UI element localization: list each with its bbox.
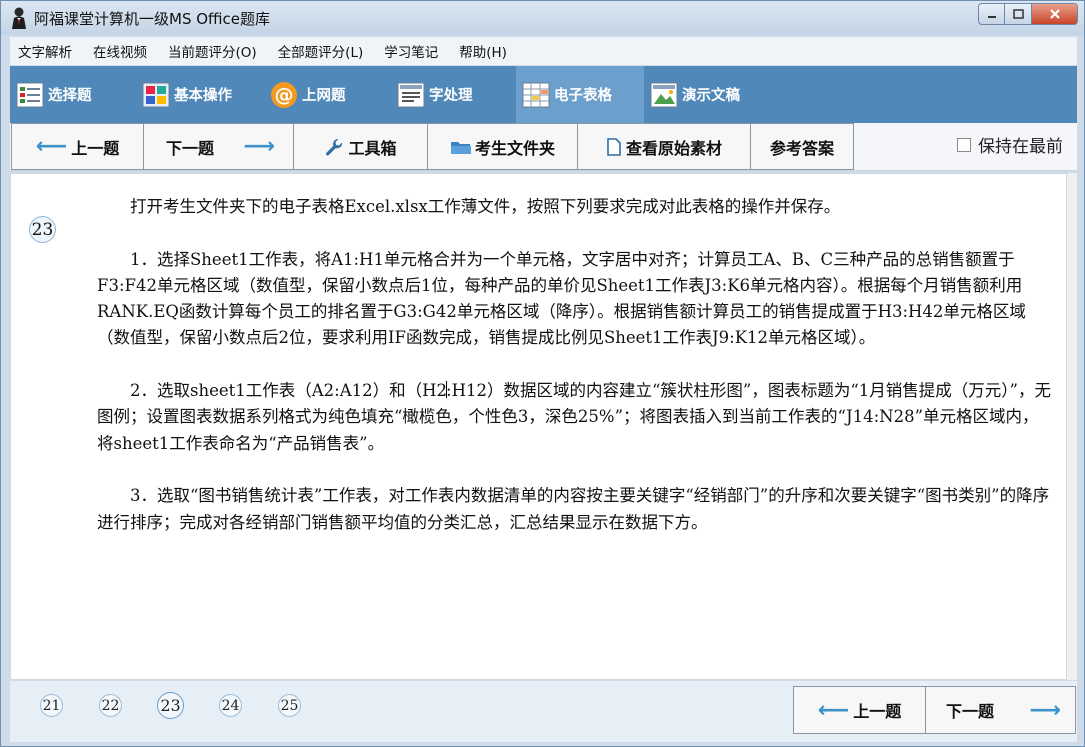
bottom-bar: 21 22 23 24 25 ⟵ 上一题 下一题 ⟶	[10, 681, 1077, 742]
maximize-button[interactable]	[1005, 3, 1032, 25]
menu-score-current[interactable]: 当前题评分(O)	[168, 41, 257, 61]
question-item-2-part-a: 2．选取sheet1工作表（A2:A12）和（H2	[130, 381, 448, 401]
button-label: 下一题	[946, 702, 995, 721]
question-item-3: 3．选取“图书销售统计表”工作表，对工作表内数据清单的内容按主要关键字“经销部门…	[97, 486, 1050, 532]
menu-study-notes[interactable]: 学习笔记	[384, 41, 438, 61]
arrow-right-icon: ⟶	[1029, 697, 1061, 723]
close-icon	[1049, 9, 1060, 19]
menu-score-all[interactable]: 全部题评分(L)	[278, 41, 364, 61]
document-icon	[397, 81, 425, 109]
question-text: 打开考生文件夹下的电子表格Excel.xlsx工作薄文件，按照下列要求完成对此表…	[97, 194, 1052, 562]
question-nav-24[interactable]: 24	[219, 694, 242, 717]
presentation-icon	[650, 81, 678, 109]
svg-text:@: @	[275, 84, 294, 106]
module-label: 电子表格	[554, 88, 612, 104]
button-label: 考生文件夹	[474, 138, 555, 158]
question-nav-22[interactable]: 22	[99, 694, 122, 717]
question-nav-25[interactable]: 25	[278, 694, 301, 717]
module-excel[interactable]: 电子表格	[516, 66, 644, 123]
checkbox-icon	[957, 137, 971, 152]
module-label: 上网题	[302, 88, 346, 104]
module-label: 演示文稿	[682, 88, 740, 104]
minimize-icon	[987, 16, 996, 18]
minimize-button[interactable]	[978, 3, 1005, 25]
view-material-button[interactable]: 查看原始素材	[577, 123, 751, 170]
scrollbar[interactable]	[1067, 173, 1077, 680]
menu-online-video[interactable]: 在线视频	[93, 41, 147, 61]
at-sign-icon: @	[270, 81, 298, 109]
window-title: 阿福课堂计算机一级MS Office题库	[34, 10, 271, 28]
question-item-1: 1．选择Sheet1工作表，将A1:H1单元格合并为一个单元格，文字居中对齐；计…	[97, 249, 1026, 348]
button-label: 上一题	[853, 702, 902, 721]
bottom-prev-button[interactable]: ⟵ 上一题	[793, 686, 926, 734]
menu-bar: 文字解析 在线视频 当前题评分(O) 全部题评分(L) 学习笔记 帮助(H)	[10, 37, 1077, 65]
module-internet[interactable]: @ 上网题	[264, 66, 391, 123]
menu-help[interactable]: 帮助(H)	[459, 41, 507, 61]
title-bar: 阿福课堂计算机一级MS Office题库	[1, 1, 1084, 35]
window-controls	[978, 3, 1078, 25]
keep-on-top-checkbox[interactable]: 保持在最前	[957, 132, 1063, 157]
module-label: 字处理	[429, 88, 473, 104]
checkbox-label: 保持在最前	[978, 137, 1063, 157]
file-icon	[607, 137, 621, 156]
toolbox-button[interactable]: 工具箱	[293, 123, 428, 170]
button-label: 上一题	[71, 138, 120, 158]
reference-answer-button[interactable]: 参考答案	[750, 123, 854, 170]
question-panel: 23 打开考生文件夹下的电子表格Excel.xlsx工作薄文件，按照下列要求完成…	[10, 173, 1067, 680]
module-choice[interactable]: 选择题	[10, 66, 136, 123]
folder-icon	[450, 141, 471, 154]
module-ppt[interactable]: 演示文稿	[644, 66, 772, 123]
module-label: 基本操作	[174, 88, 232, 104]
wrench-icon	[326, 138, 343, 155]
module-label: 选择题	[48, 88, 92, 104]
button-label: 下一题	[166, 138, 215, 158]
button-label: 参考答案	[769, 138, 834, 158]
app-window: 阿福课堂计算机一级MS Office题库 文字解析 在线视频 当前题评分(O) …	[0, 0, 1085, 747]
candidate-folder-button[interactable]: 考生文件夹	[427, 123, 578, 170]
checklist-icon	[16, 81, 44, 109]
spreadsheet-icon	[522, 81, 550, 109]
close-button[interactable]	[1032, 3, 1078, 25]
question-nav-21[interactable]: 21	[40, 694, 63, 717]
question-item-2: 2．选取sheet1工作表（A2:A12）和（H2:H12）数据区域的内容建立“…	[97, 378, 1052, 457]
button-label: 查看原始素材	[625, 138, 722, 158]
menu-text-analysis[interactable]: 文字解析	[18, 41, 72, 61]
windows-tiles-icon	[142, 81, 170, 109]
person-logo-icon	[12, 7, 26, 29]
module-basic-ops[interactable]: 基本操作	[136, 66, 264, 123]
bottom-next-button[interactable]: 下一题 ⟶	[925, 686, 1076, 734]
next-question-button[interactable]: 下一题 ⟶	[143, 123, 294, 170]
arrow-left-icon: ⟵	[35, 134, 68, 159]
arrow-right-icon: ⟶	[243, 134, 275, 159]
toolbar: ⟵ 上一题 下一题 ⟶ 工具箱 考生文件夹 查看原始素材 参考答案 保持在最前	[10, 123, 1077, 171]
question-intro: 打开考生文件夹下的电子表格Excel.xlsx工作薄文件，按照下列要求完成对此表…	[130, 197, 841, 216]
module-word[interactable]: 字处理	[391, 66, 516, 123]
prev-question-button[interactable]: ⟵ 上一题	[11, 123, 144, 170]
arrow-left-icon: ⟵	[817, 697, 850, 723]
question-number-badge: 23	[29, 216, 56, 243]
button-label: 工具箱	[348, 138, 397, 158]
maximize-icon	[1012, 9, 1024, 19]
question-nav-23[interactable]: 23	[157, 692, 184, 719]
module-bar: 选择题 基本操作 @ 上网题 字处理 电子表格 演示文稿	[10, 66, 1077, 123]
